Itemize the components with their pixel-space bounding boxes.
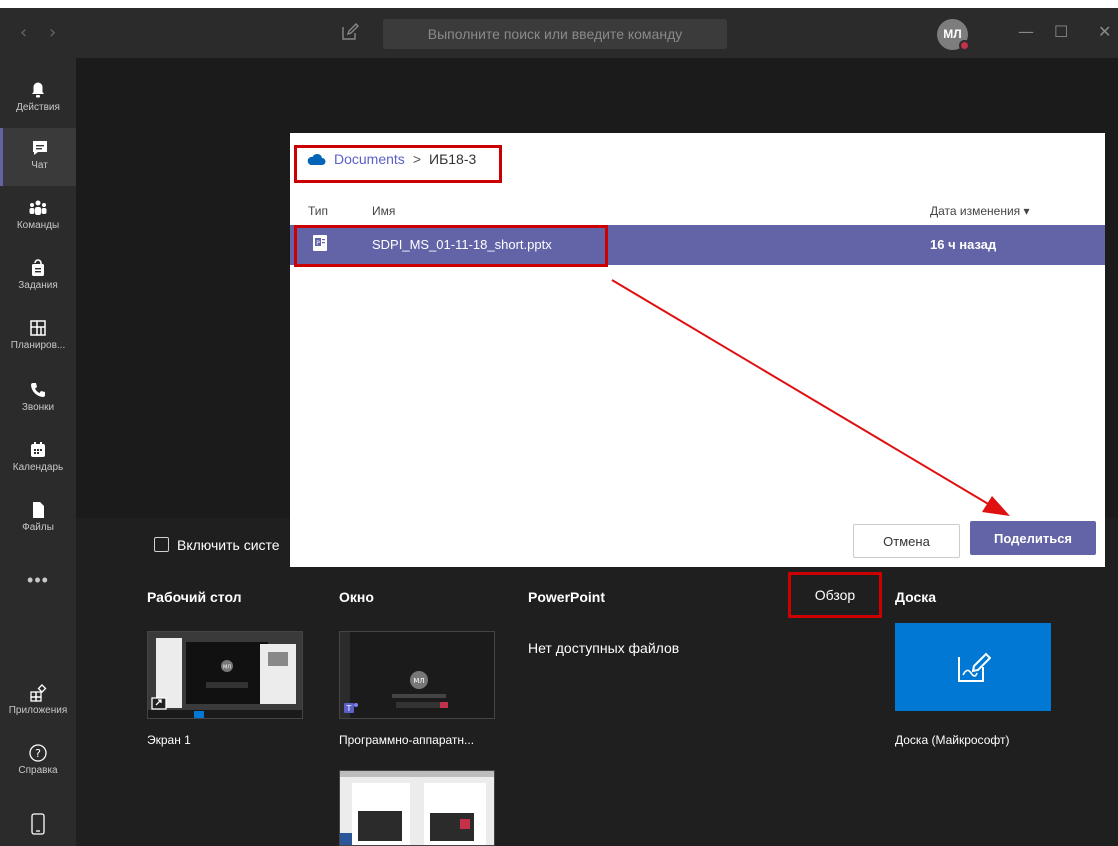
phone-icon — [31, 383, 45, 397]
assignments-icon — [32, 259, 44, 276]
window-preview-2 — [340, 771, 494, 845]
title-bar: ‹ › Выполните поиск или введите команду … — [0, 8, 1118, 58]
rail-item-chat[interactable]: Чат — [0, 128, 76, 186]
file-highlight — [294, 225, 608, 267]
rail-item-help[interactable]: ? Справка — [0, 733, 76, 791]
teams-app-icon: T — [344, 703, 358, 713]
rail-label: Задания — [18, 280, 58, 291]
window-thumbnail[interactable]: МЛ T — [339, 631, 495, 719]
minimize-icon[interactable]: — — [1018, 22, 1034, 41]
desktop-thumb-label: Экран 1 — [147, 733, 191, 747]
column-type[interactable]: Тип — [308, 204, 328, 218]
planner-icon — [30, 320, 46, 336]
system-audio-toggle[interactable]: Включить систе — [154, 537, 280, 553]
avatar-initials: МЛ — [943, 27, 962, 41]
rail-label: Приложения — [8, 705, 68, 716]
svg-text:?: ? — [35, 747, 41, 760]
svg-text:T: T — [346, 704, 352, 713]
whiteboard-tile[interactable] — [895, 623, 1051, 711]
nav-arrows: ‹ › — [20, 22, 72, 43]
rail-item-assignments[interactable]: Задания — [0, 248, 76, 306]
teams-icon — [29, 200, 47, 215]
no-files-text: Нет доступных файлов — [528, 640, 680, 656]
back-icon[interactable]: ‹ — [20, 22, 27, 43]
rail-label: Действия — [16, 102, 60, 113]
rail-label: Справка — [18, 765, 58, 776]
browse-button[interactable]: Обзор — [788, 572, 882, 618]
system-audio-checkbox[interactable] — [154, 537, 169, 552]
cancel-button[interactable]: Отмена — [853, 524, 960, 558]
window-thumb-avatar: МЛ — [413, 677, 424, 685]
whiteboard-icon — [958, 652, 991, 682]
column-modified[interactable]: Дата изменения ▾ — [930, 204, 1030, 218]
rail-item-files[interactable]: Файлы — [0, 490, 76, 548]
desktop-heading: Рабочий стол — [147, 589, 242, 605]
whiteboard-label: Доска (Майкрософт) — [895, 733, 1010, 747]
screen-share-icon — [151, 697, 167, 710]
close-icon[interactable]: ✕ — [1098, 22, 1111, 41]
forward-icon[interactable]: › — [49, 22, 56, 43]
app-rail: Действия Чат Команды Задания Планиров...… — [0, 58, 76, 846]
desktop-preview: МЛ — [148, 632, 302, 718]
mobile-icon — [31, 813, 45, 835]
chat-icon — [32, 141, 47, 155]
rail-label: Команды — [16, 220, 60, 231]
status-dot — [959, 40, 970, 51]
breadcrumb-highlight — [294, 145, 502, 183]
rail-item-apps[interactable]: Приложения — [0, 673, 76, 731]
desktop-thumbnail[interactable]: МЛ — [147, 631, 303, 719]
window-thumbnail-2[interactable] — [339, 770, 495, 846]
calendar-icon — [31, 442, 45, 457]
more-icon[interactable]: ••• — [0, 570, 76, 591]
share-button[interactable]: Поделиться — [970, 521, 1096, 555]
rail-label: Чат — [31, 160, 48, 171]
system-audio-label: Включить систе — [177, 537, 280, 553]
desktop-thumb-avatar: МЛ — [223, 665, 231, 671]
rail-item-calendar[interactable]: Календарь — [0, 430, 76, 488]
window-heading: Окно — [339, 589, 374, 605]
file-icon — [33, 502, 44, 518]
rail-label: Календарь — [12, 462, 64, 473]
rail-item-teams[interactable]: Команды — [0, 188, 76, 246]
rail-item-mobile[interactable] — [0, 804, 76, 846]
avatar[interactable]: МЛ — [937, 19, 970, 51]
file-modified: 16 ч назад — [930, 237, 997, 252]
search-input[interactable]: Выполните поиск или введите команду — [383, 19, 727, 49]
whiteboard-heading: Доска — [895, 589, 937, 605]
help-icon: ? — [29, 744, 47, 762]
rail-label: Файлы — [22, 522, 54, 533]
window-thumb-label: Программно-аппаратн... — [339, 733, 475, 747]
compose-icon[interactable] — [340, 22, 360, 42]
rail-item-calls[interactable]: Звонки — [0, 370, 76, 428]
maximize-icon[interactable]: ☐ — [1054, 22, 1068, 41]
apps-icon — [30, 684, 47, 702]
powerpoint-heading: PowerPoint — [528, 589, 606, 605]
rail-label: Планиров... — [10, 340, 66, 351]
window-preview: МЛ — [340, 632, 494, 718]
file-picker-dialog: Documents > ИБ18-3 Тип Имя Дата изменени… — [290, 133, 1105, 567]
rail-item-activity[interactable]: Действия — [0, 70, 76, 128]
rail-label: Звонки — [21, 402, 55, 413]
rail-item-planner[interactable]: Планиров... — [0, 308, 76, 366]
bell-icon — [32, 82, 44, 98]
column-name[interactable]: Имя — [372, 204, 395, 218]
